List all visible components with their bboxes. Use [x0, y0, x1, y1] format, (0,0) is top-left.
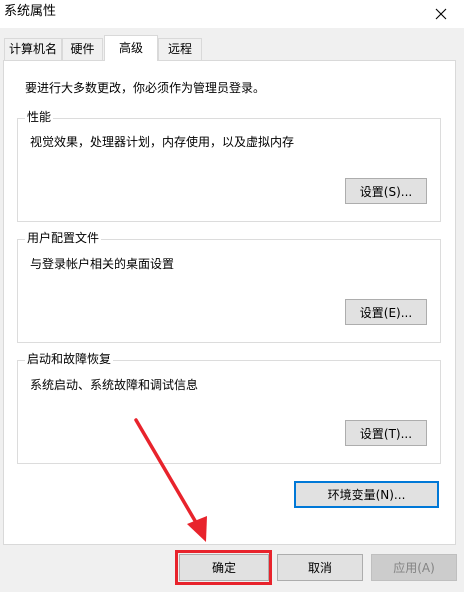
button-label: 设置(E)... — [359, 305, 413, 320]
user-profiles-description: 与登录帐户相关的桌面设置 — [30, 257, 175, 271]
user-profiles-group — [17, 239, 441, 343]
button-label: 设置(S)... — [359, 184, 413, 199]
user-profiles-settings-button[interactable]: 设置(E)... — [345, 299, 427, 325]
tab-computer-name[interactable]: 计算机名 — [4, 38, 62, 60]
tab-label: 远程 — [167, 42, 192, 56]
startup-recovery-label: 启动和故障恢复 — [25, 352, 114, 366]
highlight-box — [175, 550, 272, 585]
window-title: 系统属性 — [4, 4, 57, 19]
performance-label: 性能 — [25, 110, 54, 124]
tab-advanced[interactable]: 高级 — [104, 35, 158, 61]
admin-notice: 要进行大多数更改，你必须作为管理员登录。 — [25, 81, 266, 95]
tab-remote[interactable]: 远程 — [158, 38, 202, 60]
user-profiles-label: 用户配置文件 — [25, 231, 102, 245]
button-label: 环境变量(N)... — [327, 488, 406, 502]
tab-label: 硬件 — [70, 42, 95, 56]
environment-variables-button[interactable]: 环境变量(N)... — [294, 481, 439, 508]
startup-recovery-description: 系统启动、系统故障和调试信息 — [30, 378, 199, 392]
performance-description: 视觉效果，处理器计划，内存使用，以及虚拟内存 — [30, 135, 295, 149]
cancel-button[interactable]: 取消 — [277, 554, 363, 581]
close-icon — [435, 8, 447, 20]
button-label: 设置(T)... — [359, 426, 413, 441]
button-label: 应用(A) — [393, 561, 435, 575]
tab-label: 高级 — [118, 41, 143, 55]
startup-recovery-group — [17, 360, 441, 464]
title-bar: 系统属性 — [0, 0, 464, 28]
apply-button[interactable]: 应用(A) — [371, 554, 457, 581]
close-button[interactable] — [418, 0, 464, 28]
performance-settings-button[interactable]: 设置(S)... — [345, 178, 427, 204]
button-label: 取消 — [307, 561, 332, 575]
tab-hardware[interactable]: 硬件 — [62, 38, 103, 60]
startup-recovery-settings-button[interactable]: 设置(T)... — [345, 420, 427, 446]
tab-label: 计算机名 — [8, 42, 57, 56]
